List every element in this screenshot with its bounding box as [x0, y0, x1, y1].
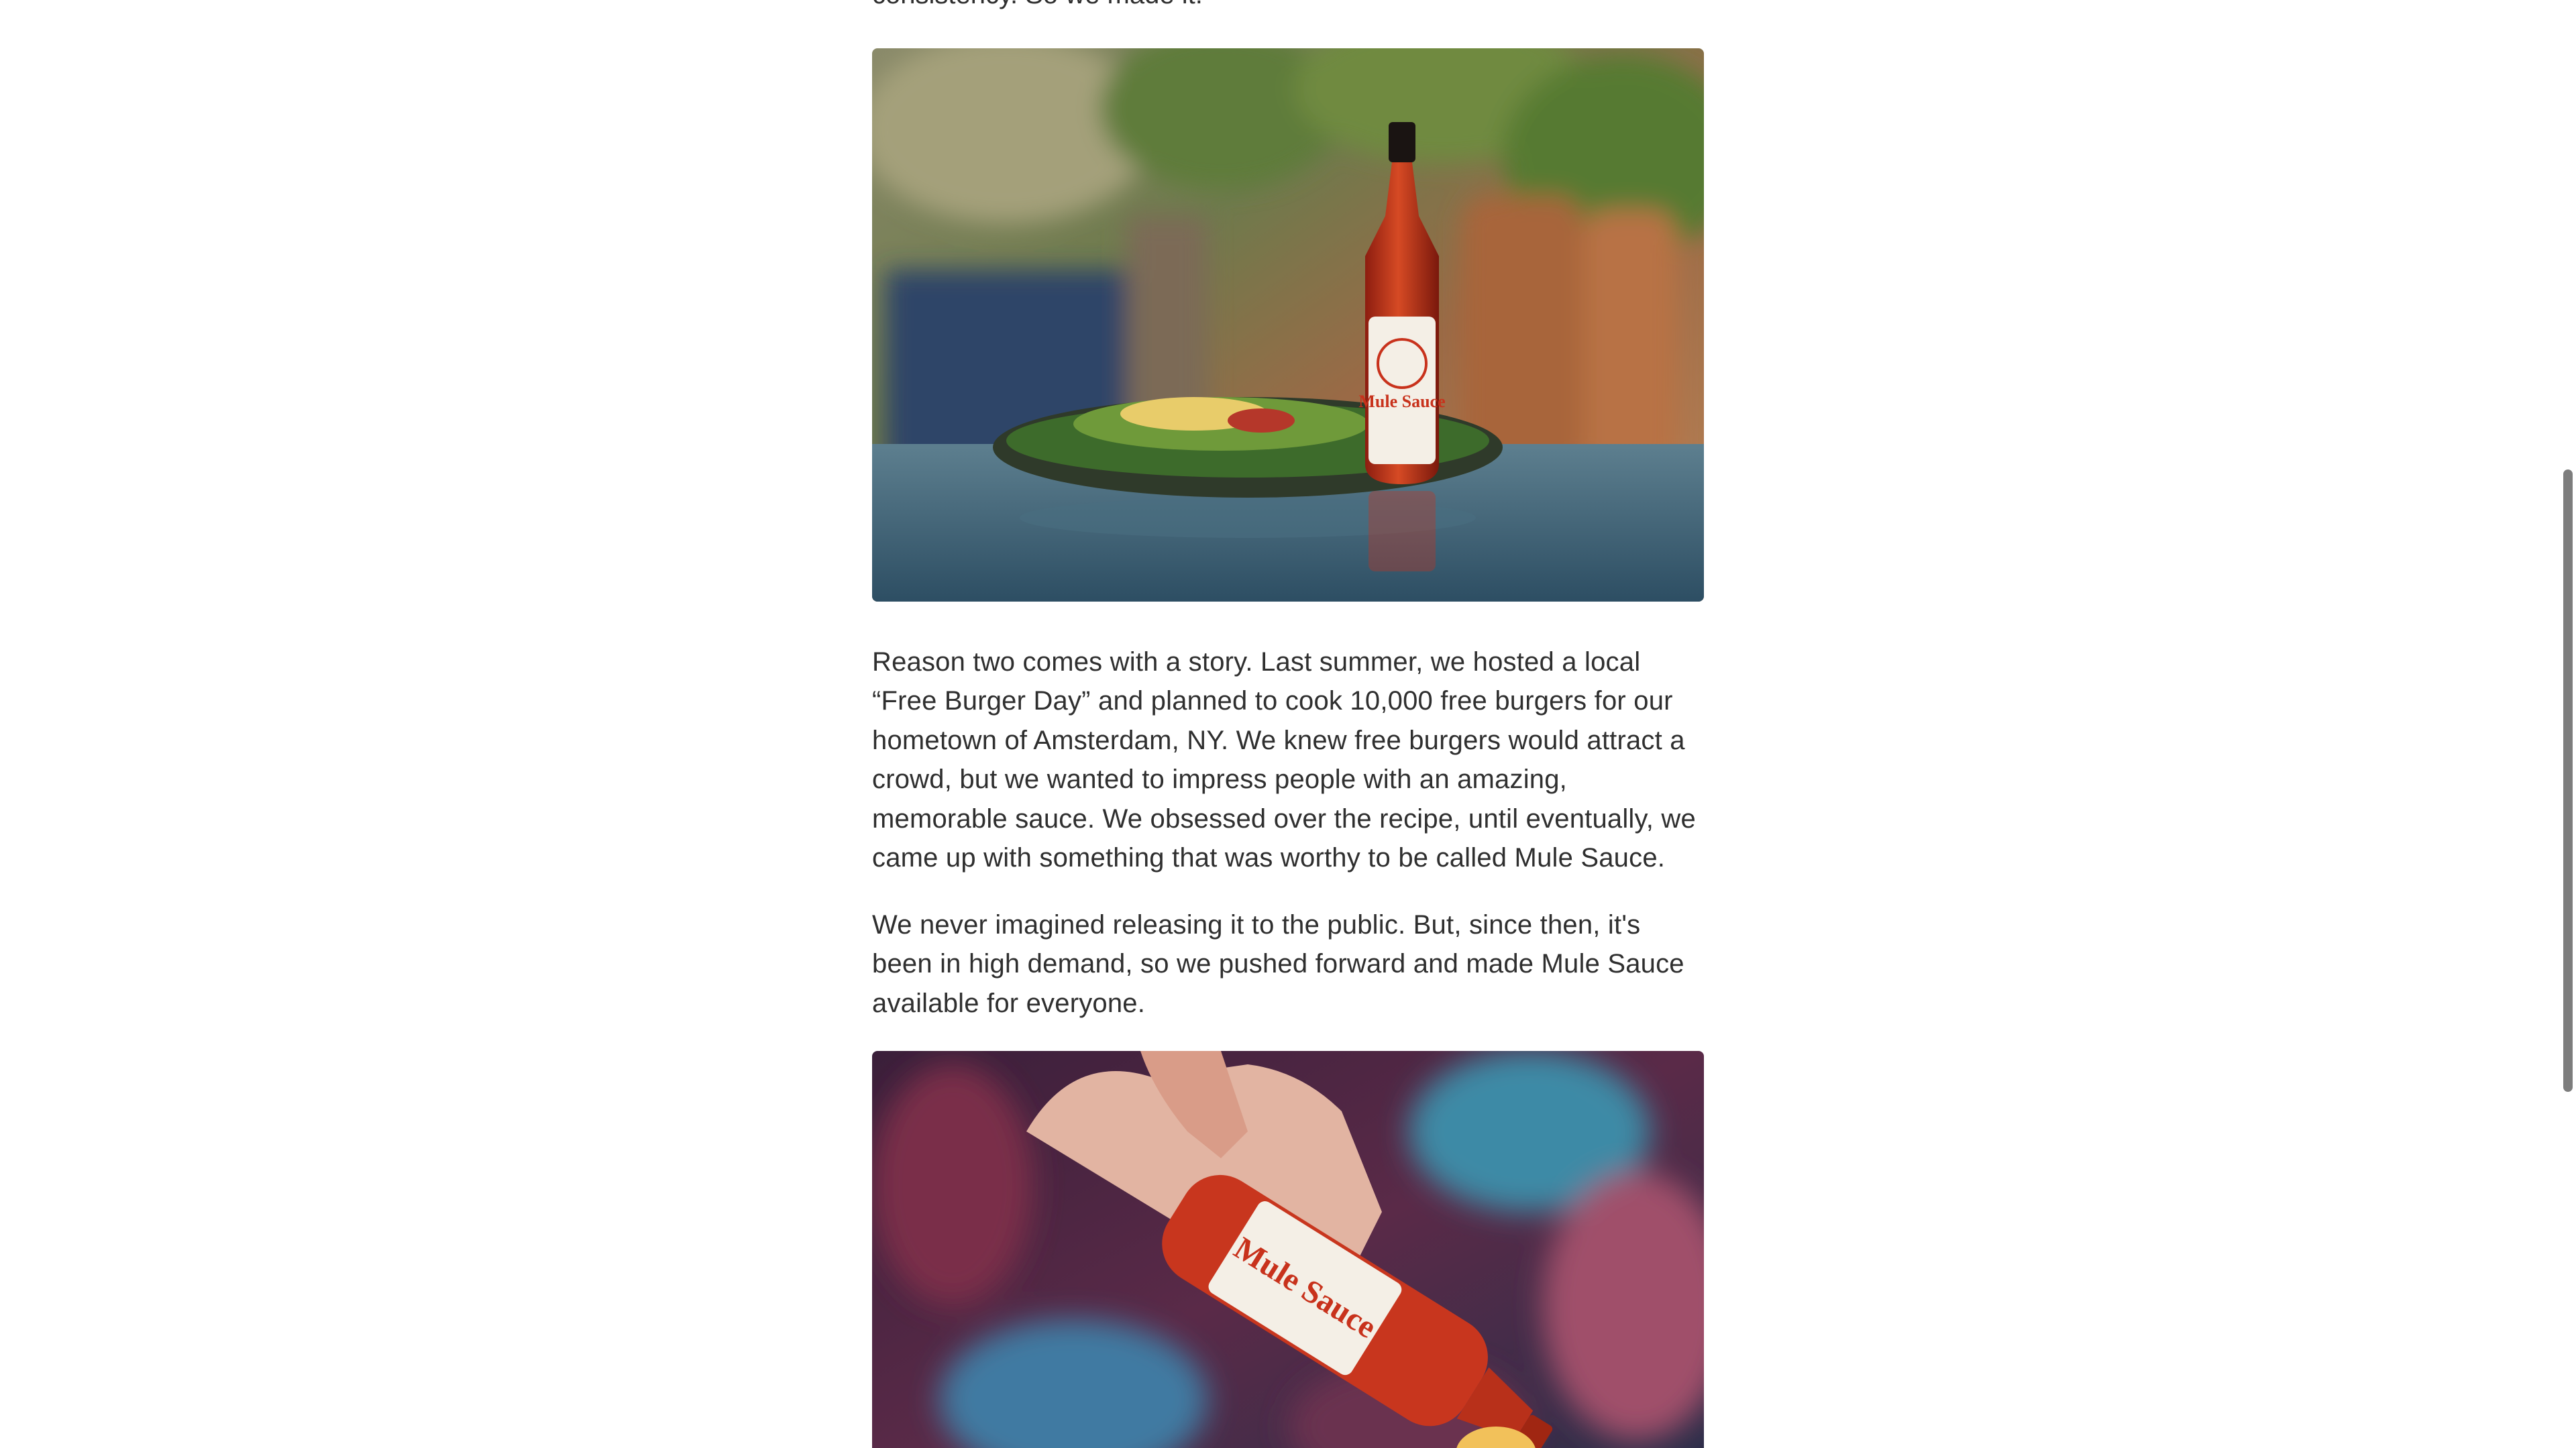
paragraph-story: Reason two comes with a story. Last summ… [872, 647, 1696, 873]
photo-hand-bottle-illustration: Mule Sauce [872, 1051, 1704, 1448]
photo-sauce-table-illustration: Mule Sauce [872, 48, 1704, 602]
article-photo-sauce-table: Mule Sauce [872, 48, 1704, 602]
scrollbar-thumb[interactable] [2563, 469, 2573, 1092]
svg-text:Mule Sauce: Mule Sauce [1358, 392, 1445, 411]
paragraph-release: We never imagined releasing it to the pu… [872, 910, 1684, 1018]
paragraph-cutoff: consistency. So we made it. [872, 0, 1704, 14]
article-photo-hand-bottle: Mule Sauce [872, 1051, 1704, 1448]
page-scrollbar[interactable] [2560, 0, 2576, 1448]
